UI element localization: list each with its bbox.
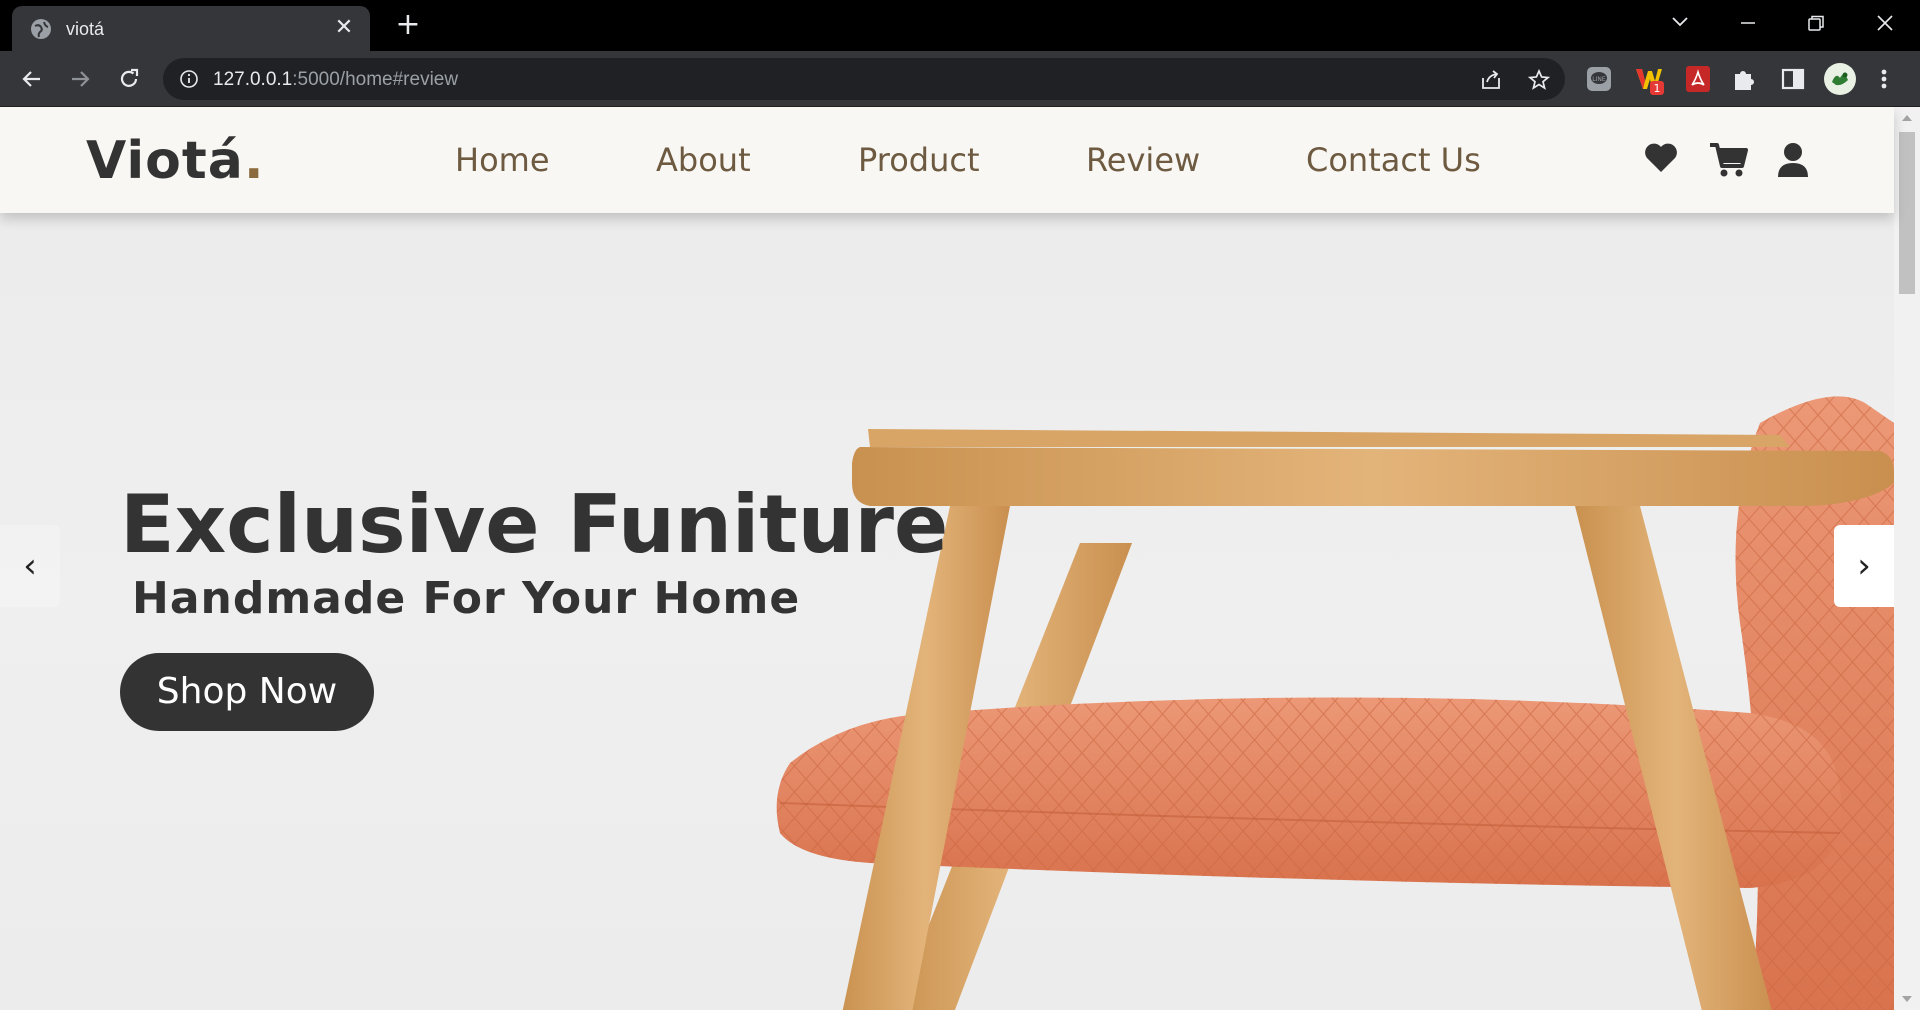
new-tab-button[interactable]: + (392, 10, 424, 42)
svg-text:LINE: LINE (1592, 76, 1606, 83)
bookmark-star-icon[interactable] (1527, 68, 1551, 92)
tab-search-chevron-icon[interactable] (1657, 6, 1703, 40)
scrollbar-thumb[interactable] (1899, 132, 1915, 294)
scroll-up-arrow-icon[interactable] (1902, 115, 1912, 121)
side-panel-icon[interactable] (1779, 65, 1807, 93)
tab-title: viotá (66, 19, 105, 39)
user-icon[interactable] (1776, 142, 1810, 178)
reload-button[interactable] (111, 61, 147, 97)
browser-toolbar: 127.0.0.1:5000/home#review LINE 1 (0, 51, 1920, 107)
reload-icon (120, 68, 139, 87)
restore-button[interactable] (1793, 6, 1839, 40)
logo-dot: . (243, 131, 265, 191)
browser-tab[interactable]: viotá ✕ (12, 6, 370, 51)
pdf-extension-icon[interactable] (1684, 65, 1712, 93)
nav-home[interactable]: Home (455, 141, 550, 179)
profile-avatar[interactable] (1823, 62, 1857, 96)
globe-icon (31, 19, 51, 39)
carousel-next-button[interactable]: › (1834, 525, 1894, 607)
chair-image (776, 396, 1894, 1010)
url-path: :5000/home#review (292, 69, 459, 90)
carousel-prev-button[interactable]: ‹ (0, 525, 60, 607)
nav-product[interactable]: Product (858, 141, 980, 179)
hero-carousel: Exclusive Funiture Handmade For Your Hom… (0, 213, 1894, 1010)
site-logo[interactable]: Viotá. (86, 131, 265, 191)
puzzle-extensions-icon[interactable] (1731, 65, 1759, 93)
back-button[interactable] (14, 61, 50, 97)
arrow-right-icon (72, 71, 90, 87)
chevron-right-icon: › (1857, 546, 1871, 586)
scroll-down-arrow-icon[interactable] (1902, 996, 1912, 1002)
nav-review[interactable]: Review (1086, 141, 1200, 179)
nav-contact-us[interactable]: Contact Us (1306, 141, 1481, 179)
hero-title: Exclusive Funiture (120, 478, 949, 571)
url-text: 127.0.0.1:5000/home#review (213, 69, 458, 91)
logo-text: Viotá (86, 131, 244, 191)
address-bar[interactable]: 127.0.0.1:5000/home#review (163, 58, 1565, 100)
tab-close-button[interactable]: ✕ (332, 16, 356, 40)
cart-icon[interactable] (1708, 142, 1748, 178)
site-header: Viotá. Home About Product Review Contact… (0, 107, 1894, 213)
share-icon[interactable] (1479, 68, 1503, 92)
hero-subtitle: Handmade For Your Home (132, 573, 801, 624)
extension-badge: 1 (1654, 82, 1661, 95)
chevron-left-icon: ‹ (23, 546, 37, 586)
heart-icon[interactable] (1643, 142, 1679, 174)
nav-about[interactable]: About (656, 141, 751, 179)
arrow-left-icon (22, 71, 40, 87)
close-window-button[interactable] (1862, 6, 1908, 40)
url-host: 127.0.0.1 (213, 69, 293, 90)
shop-now-button[interactable]: Shop Now (120, 653, 374, 731)
page-scrollbar[interactable] (1894, 107, 1920, 1010)
forward-button[interactable] (62, 61, 98, 97)
w-extension-icon[interactable]: 1 (1634, 65, 1664, 95)
info-icon[interactable] (179, 69, 199, 89)
line-extension-icon[interactable]: LINE (1585, 65, 1613, 93)
browser-menu-icon[interactable] (1878, 65, 1906, 93)
browser-tab-bar: viotá ✕ + (0, 0, 1920, 51)
minimize-button[interactable] (1725, 6, 1771, 40)
page-viewport: Viotá. Home About Product Review Contact… (0, 107, 1920, 1010)
